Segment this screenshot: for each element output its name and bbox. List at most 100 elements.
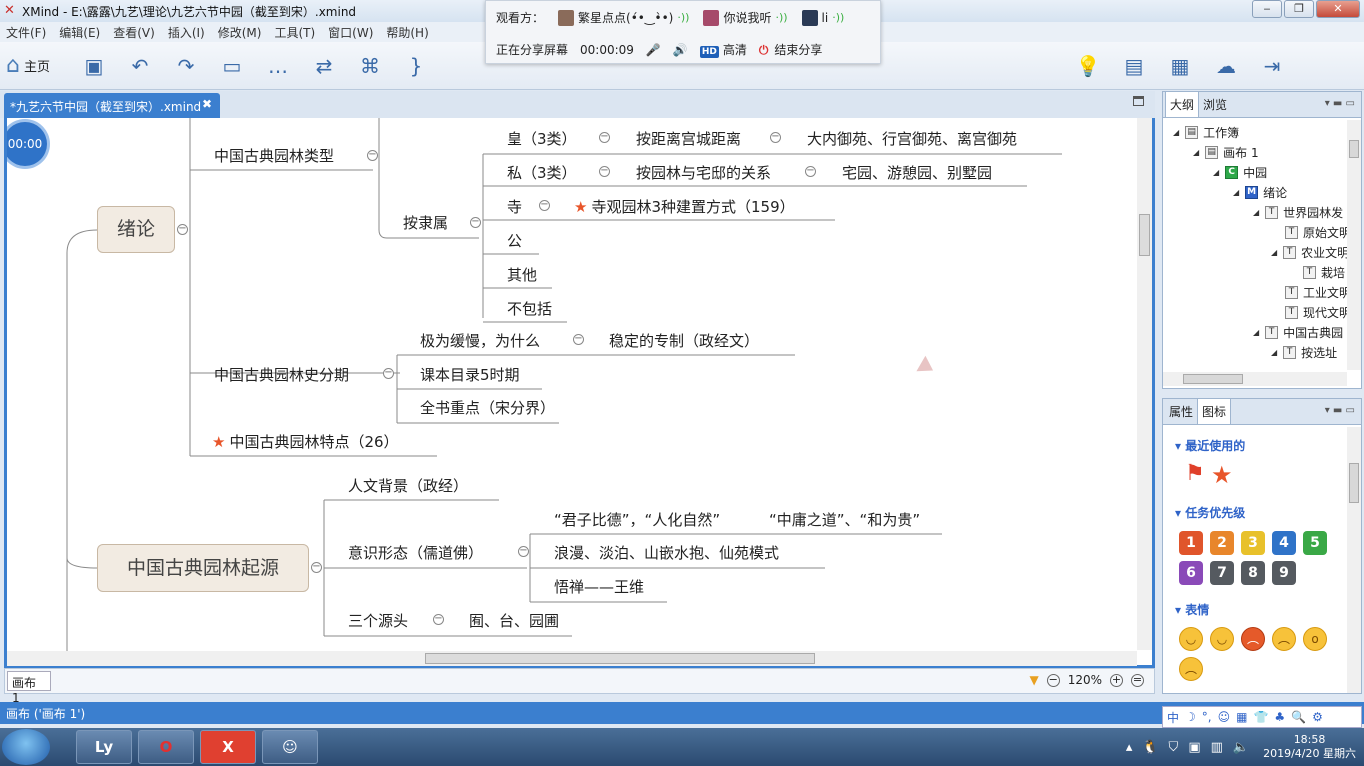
star-icon[interactable]: ★ xyxy=(1211,461,1233,489)
topic-button[interactable]: ▭ xyxy=(214,48,250,84)
collapse-toggle[interactable]: − xyxy=(470,217,481,228)
zoom-in-button[interactable]: + xyxy=(1110,673,1123,687)
zoom-menu-button[interactable]: = xyxy=(1131,673,1144,687)
topic-focus[interactable]: 全书重点（宋分界） xyxy=(420,397,555,418)
priority-7-icon[interactable]: 7 xyxy=(1210,561,1234,585)
document-tab[interactable]: *九艺六节中园（截至到宋）.xmind ✖ xyxy=(4,93,220,118)
priority-3-icon[interactable]: 3 xyxy=(1241,531,1265,555)
outline-horizontal-scrollbar[interactable] xyxy=(1163,372,1347,386)
close-button[interactable]: ✕ xyxy=(1316,0,1360,18)
collapse-toggle[interactable]: − xyxy=(518,546,529,557)
taskbar-app-xmind[interactable]: X xyxy=(200,730,256,764)
scroll-thumb[interactable] xyxy=(1349,140,1359,158)
minimize-button[interactable]: ‒ xyxy=(1252,0,1282,18)
taskbar-app-avatar[interactable]: ☺ xyxy=(262,730,318,764)
collapse-toggle[interactable]: − xyxy=(367,150,378,161)
expand-arrow-icon[interactable]: ◢ xyxy=(1193,148,1199,157)
collapse-toggle[interactable]: − xyxy=(539,200,550,211)
section-emotion[interactable]: ▾ 表情 xyxy=(1175,601,1209,618)
label-button[interactable]: ⌘ xyxy=(352,48,388,84)
icons-vertical-scrollbar[interactable] xyxy=(1347,427,1361,693)
topic-temple-note[interactable]: ★ 寺观园林3种建置方式（159） xyxy=(574,196,795,217)
angry-icon[interactable]: ︵ xyxy=(1241,627,1265,651)
priority-6-icon[interactable]: 6 xyxy=(1179,561,1203,585)
topic-garden-types[interactable]: 中国古典园林类型 xyxy=(214,145,334,166)
priority-4-icon[interactable]: 4 xyxy=(1272,531,1296,555)
expand-arrow-icon[interactable]: ◢ xyxy=(1253,208,1259,217)
undo-button[interactable]: ↶ xyxy=(122,48,158,84)
tree-item[interactable]: T 工业文明 xyxy=(1285,282,1347,302)
topic-imperial-examples[interactable]: 大内御苑、行宫御苑、离宫御苑 xyxy=(807,128,1017,149)
priority-9-icon[interactable]: 9 xyxy=(1272,561,1296,585)
topic-excluded[interactable]: 不包括 xyxy=(507,298,552,319)
menu-view[interactable]: 查看(V) xyxy=(113,24,155,41)
tab-browse[interactable]: 浏览 xyxy=(1199,92,1231,117)
topic-public[interactable]: 公 xyxy=(507,230,522,251)
recording-timer[interactable]: 00:00 xyxy=(7,122,47,166)
topic-features[interactable]: ★ 中国古典园林特点（26） xyxy=(212,431,399,452)
surprise-icon[interactable]: o xyxy=(1303,627,1327,651)
layout-button[interactable]: ▦ xyxy=(1162,48,1198,84)
tab-outline[interactable]: 大纲 xyxy=(1165,91,1200,117)
collapse-toggle[interactable]: − xyxy=(383,368,394,379)
ime-keyboard-icon[interactable]: ▦ xyxy=(1236,710,1247,724)
expand-arrow-icon[interactable]: ◢ xyxy=(1271,348,1277,357)
redo-button[interactable]: ↷ xyxy=(168,48,204,84)
priority-5-icon[interactable]: 5 xyxy=(1303,531,1327,555)
canvas-vertical-scrollbar[interactable] xyxy=(1137,118,1152,650)
topic-other[interactable]: 其他 xyxy=(507,264,537,285)
topic-slow[interactable]: 极为缓慢，为什么 xyxy=(420,330,540,351)
topic-catalog[interactable]: 课本目录5时期 xyxy=(420,364,520,385)
tab-properties[interactable]: 属性 xyxy=(1165,399,1197,424)
topic-three-sources[interactable]: 三个源头 xyxy=(348,610,408,631)
taskbar-app-opera[interactable]: O xyxy=(138,730,194,764)
topic-slow-reason[interactable]: 稳定的专制（政经文） xyxy=(609,330,759,351)
stop-share-button[interactable]: ⏻ 结束分享 xyxy=(759,41,823,58)
qq-icon[interactable]: 🐧 xyxy=(1142,740,1158,755)
topic-sources[interactable]: 囿、台、园圃 xyxy=(469,610,559,631)
topic-private-basis[interactable]: 按园林与宅邸的关系 xyxy=(636,162,771,183)
filter-icon[interactable]: ▼ xyxy=(1029,673,1038,687)
tree-item[interactable]: T 原始文明 xyxy=(1285,222,1347,242)
topic-romantic[interactable]: 浪漫、淡泊、山嵌水抱、仙苑模式 xyxy=(554,542,779,563)
menu-edit[interactable]: 编辑(E) xyxy=(59,24,100,41)
collapse-toggle[interactable]: − xyxy=(599,132,610,143)
collapse-toggle[interactable]: − xyxy=(770,132,781,143)
volume-icon[interactable]: 🔈 xyxy=(1233,740,1249,755)
taskbar-app-ly[interactable]: Ly xyxy=(76,730,132,764)
ime-moon-icon[interactable]: ☽ xyxy=(1185,710,1196,724)
section-recent[interactable]: ▾ 最近使用的 xyxy=(1175,437,1245,454)
section-priority[interactable]: ▾ 任务优先级 xyxy=(1175,504,1245,521)
tray-expand-icon[interactable]: ▴ xyxy=(1126,740,1133,755)
tree-item[interactable]: ◢ ▤ 画布 1 xyxy=(1193,142,1259,162)
menu-window[interactable]: 窗口(W) xyxy=(328,24,373,41)
priority-1-icon[interactable]: 1 xyxy=(1179,531,1203,555)
topic-humanities[interactable]: 人文背景（政经） xyxy=(348,475,468,496)
collapse-toggle[interactable]: − xyxy=(177,224,188,235)
collapse-toggle[interactable]: − xyxy=(311,562,322,573)
expand-arrow-icon[interactable]: ◢ xyxy=(1213,168,1219,177)
ime-punct-icon[interactable]: °, xyxy=(1202,710,1212,724)
zoom-out-button[interactable]: − xyxy=(1046,673,1060,687)
network-icon[interactable]: ▥ xyxy=(1211,740,1223,755)
sheet-tab[interactable]: 画布 1 xyxy=(7,671,51,705)
topic-imperial[interactable]: 皇（3类） xyxy=(507,128,577,149)
tree-item[interactable]: ◢ T 中国古典园 xyxy=(1253,322,1343,342)
sad-icon[interactable]: ︵ xyxy=(1179,657,1203,681)
topic-private[interactable]: 私（3类） xyxy=(507,162,577,183)
expand-arrow-icon[interactable]: ◢ xyxy=(1271,248,1277,257)
tab-icons[interactable]: 图标 xyxy=(1197,398,1232,424)
expand-arrow-icon[interactable]: ◢ xyxy=(1253,328,1259,337)
tree-item[interactable]: ◢ C 中园 xyxy=(1213,162,1267,182)
ime-skin-icon[interactable]: 👕 xyxy=(1253,710,1268,724)
flag-icon[interactable]: ⚑ xyxy=(1185,461,1205,486)
callout-button[interactable]: … xyxy=(260,48,296,84)
laugh-icon[interactable]: ◡ xyxy=(1210,627,1234,651)
relationship-button[interactable]: ⇄ xyxy=(306,48,342,84)
ime-emoji-icon[interactable]: ☺ xyxy=(1218,710,1231,724)
topic-history-periods[interactable]: 中国古典园林史分期 xyxy=(214,364,349,385)
ime-mode[interactable]: 中 xyxy=(1167,709,1179,726)
outline-vertical-scrollbar[interactable] xyxy=(1347,120,1361,370)
scroll-thumb[interactable] xyxy=(1349,463,1359,503)
ime-tools-icon[interactable]: ♣ xyxy=(1274,710,1285,724)
